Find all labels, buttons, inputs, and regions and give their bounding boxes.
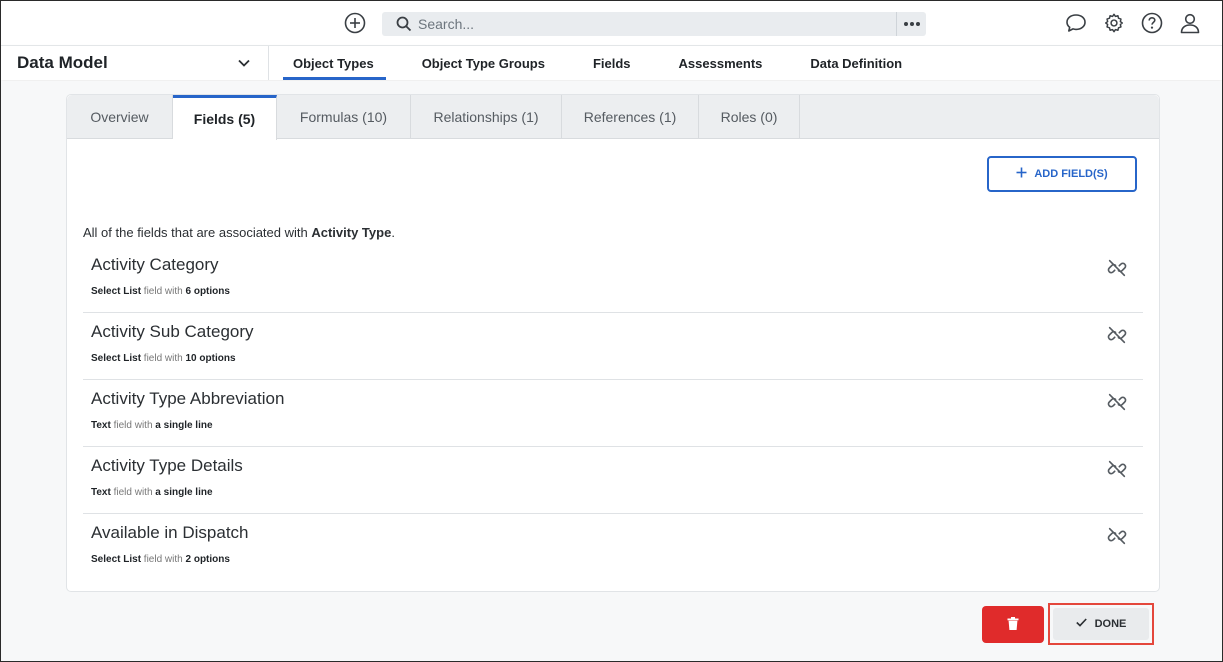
nav-tab-assessments[interactable]: Assessments [643,46,775,80]
module-title: Data Model [17,53,108,72]
fields-description: All of the fields that are associated wi… [83,225,395,240]
search-bar [382,12,926,36]
field-name: Activity Sub Category [91,322,254,341]
field-row[interactable]: Activity Category Select List field with… [83,246,1143,313]
subtab-formulas[interactable]: Formulas (10) [277,95,411,139]
more-icon[interactable] [896,12,926,36]
field-name: Activity Type Details [91,456,243,475]
nav-tab-data-definition[interactable]: Data Definition [774,46,914,80]
subtab-references[interactable]: References (1) [562,95,699,139]
nav-tab-fields[interactable]: Fields [557,46,643,80]
fields-list: Activity Category Select List field with… [83,246,1143,581]
subtab-fields[interactable]: Fields (5) [173,95,277,140]
chat-icon[interactable] [1064,11,1088,35]
nav-tab-object-type-groups[interactable]: Object Type Groups [386,46,557,80]
unlink-icon[interactable] [1105,256,1129,280]
gear-icon[interactable] [1102,11,1126,35]
content-area: Overview Fields (5) Formulas (10) Relati… [1,81,1222,661]
add-fields-button[interactable]: ADD FIELD(S) [987,156,1137,192]
unlink-icon[interactable] [1105,323,1129,347]
field-meta: Text field with a single line [91,487,213,498]
field-meta: Text field with a single line [91,420,213,431]
nav-tab-object-types[interactable]: Object Types [269,46,386,80]
object-type-card: Overview Fields (5) Formulas (10) Relati… [66,94,1160,592]
plus-icon [1016,167,1027,181]
unlink-icon[interactable] [1105,524,1129,548]
top-bar [1,1,1222,45]
add-circle-icon[interactable] [343,11,367,35]
field-row[interactable]: Activity Sub Category Select List field … [83,313,1143,380]
field-meta: Select List field with 10 options [91,353,236,364]
delete-button[interactable] [982,606,1044,643]
unlink-icon[interactable] [1105,390,1129,414]
field-meta: Select List field with 2 options [91,554,230,565]
check-icon [1075,618,1087,630]
trash-icon [1007,616,1019,633]
search-icon [396,15,414,33]
done-button[interactable]: DONE [1053,608,1149,640]
chevron-down-icon [236,55,252,71]
subtab-overview[interactable]: Overview [67,95,173,139]
module-nav: Data Model Object Types Object Type Grou… [1,45,1222,80]
unlink-icon[interactable] [1105,457,1129,481]
field-name: Activity Type Abbreviation [91,389,285,408]
sub-tabs: Overview Fields (5) Formulas (10) Relati… [67,95,1159,140]
field-row[interactable]: Activity Type Abbreviation Text field wi… [83,380,1143,447]
help-icon[interactable] [1140,11,1164,35]
field-name: Available in Dispatch [91,523,249,542]
module-selector[interactable]: Data Model [1,46,269,80]
user-icon[interactable] [1178,11,1202,35]
field-row[interactable]: Activity Type Details Text field with a … [83,447,1143,514]
search-input[interactable] [418,12,896,36]
top-icons [1064,11,1202,35]
field-row[interactable]: Available in Dispatch Select List field … [83,514,1143,581]
field-meta: Select List field with 6 options [91,286,230,297]
app-window: Data Model Object Types Object Type Grou… [0,0,1223,662]
subtab-roles[interactable]: Roles (0) [699,95,800,139]
done-highlight: DONE [1048,603,1154,645]
field-name: Activity Category [91,255,219,274]
nav-tabs: Object Types Object Type Groups Fields A… [269,46,914,80]
subtab-relationships[interactable]: Relationships (1) [411,95,562,139]
